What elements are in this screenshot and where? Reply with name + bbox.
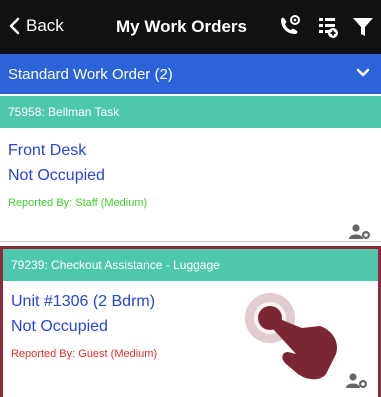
list-add-button[interactable]	[314, 14, 340, 40]
work-order-reported-by: Reported By: Staff (Medium)	[8, 197, 148, 209]
work-order-status: Not Occupied	[8, 167, 105, 184]
top-nav-bar: Back My Work Orders	[0, 0, 381, 54]
section-standard-work-order[interactable]: Standard Work Order (2)	[0, 54, 381, 94]
work-order-card[interactable]: 75958: Bellman Task Front Desk Not Occup…	[0, 96, 381, 242]
phone-location-icon	[281, 15, 300, 34]
back-button[interactable]: Back	[8, 16, 64, 36]
back-label: Back	[26, 16, 64, 35]
work-order-header: 79239: Checkout Assistance - Luggage	[3, 249, 378, 281]
chevron-down-icon	[356, 68, 370, 77]
filter-icon	[353, 18, 373, 36]
phone-location-button[interactable]	[276, 14, 302, 40]
assign-user-icon[interactable]	[349, 224, 371, 240]
chevron-left-icon	[9, 17, 20, 35]
page-title: My Work Orders	[116, 17, 248, 36]
tap-gesture-icon	[245, 293, 338, 380]
work-order-header: 75958: Bellman Task	[0, 96, 381, 128]
section-label: Standard Work Order (2)	[8, 65, 173, 83]
work-order-location: Front Desk	[8, 142, 87, 159]
list-add-icon	[319, 18, 338, 38]
filter-button[interactable]	[350, 14, 376, 40]
